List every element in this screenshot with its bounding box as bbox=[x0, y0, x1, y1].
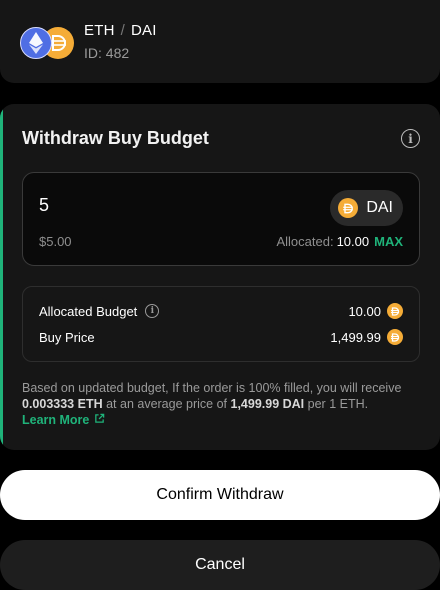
details-box: Allocated Budget i 10.00 Buy Price 1,499.… bbox=[22, 286, 420, 362]
dai-icon bbox=[387, 303, 403, 319]
allocated-budget-label: Allocated Budget bbox=[39, 303, 138, 319]
pair-header: ETH / DAI ID: 482 bbox=[0, 0, 440, 83]
learn-more-link[interactable]: Learn More bbox=[22, 412, 105, 428]
allocated-budget-value: 10.00 bbox=[348, 303, 381, 319]
info-icon[interactable]: i bbox=[145, 304, 160, 318]
amount-box: DAI $5.00 Allocated:10.00 MAX bbox=[22, 172, 420, 266]
quote-token-label: DAI bbox=[130, 22, 157, 39]
pair-token-icons bbox=[20, 26, 76, 60]
eth-icon bbox=[20, 27, 52, 59]
note-price: 1,499.99 DAI bbox=[230, 397, 305, 411]
pair-separator: / bbox=[120, 22, 125, 39]
buy-price-value: 1,499.99 bbox=[330, 329, 381, 345]
accent-bar bbox=[0, 104, 3, 450]
allocated-info: Allocated: 10.00 MAX bbox=[276, 234, 403, 249]
strategy-id: ID: 482 bbox=[84, 45, 130, 61]
page-title: Withdraw Buy Budget bbox=[22, 128, 209, 148]
pair-name: ETH / DAI bbox=[84, 22, 157, 39]
amount-input[interactable] bbox=[39, 195, 239, 216]
note-eth-amount: 0.003333 ETH bbox=[22, 397, 103, 411]
dai-icon bbox=[338, 198, 359, 218]
allocated-label: Allocated: bbox=[276, 234, 334, 249]
withdraw-card: Withdraw Buy Budget i DAI $5.00 Allocate… bbox=[0, 104, 440, 450]
buy-price-row: Buy Price 1,499.99 bbox=[39, 327, 403, 347]
learn-more-label: Learn More bbox=[22, 413, 90, 427]
usd-value: $5.00 bbox=[39, 234, 72, 249]
confirm-withdraw-button[interactable]: Confirm Withdraw bbox=[0, 470, 440, 520]
buy-price-label: Buy Price bbox=[39, 329, 95, 345]
allocated-budget-row: Allocated Budget i 10.00 bbox=[39, 301, 403, 321]
base-token-label: ETH bbox=[84, 22, 115, 39]
info-icon[interactable]: i bbox=[401, 129, 420, 148]
cancel-button[interactable]: Cancel bbox=[0, 540, 440, 590]
note-text-1: Based on updated budget, If the order is… bbox=[22, 381, 402, 395]
dai-icon bbox=[387, 329, 403, 345]
allocated-value: 10.00 bbox=[336, 234, 370, 249]
info-note: Based on updated budget, If the order is… bbox=[22, 380, 422, 428]
note-text-2: at an average price of bbox=[106, 397, 228, 411]
max-button[interactable]: MAX bbox=[374, 234, 403, 249]
token-label: DAI bbox=[366, 199, 393, 216]
token-selector[interactable]: DAI bbox=[330, 190, 403, 226]
note-text-3: per 1 ETH. bbox=[307, 397, 369, 411]
external-link-icon bbox=[94, 412, 105, 428]
